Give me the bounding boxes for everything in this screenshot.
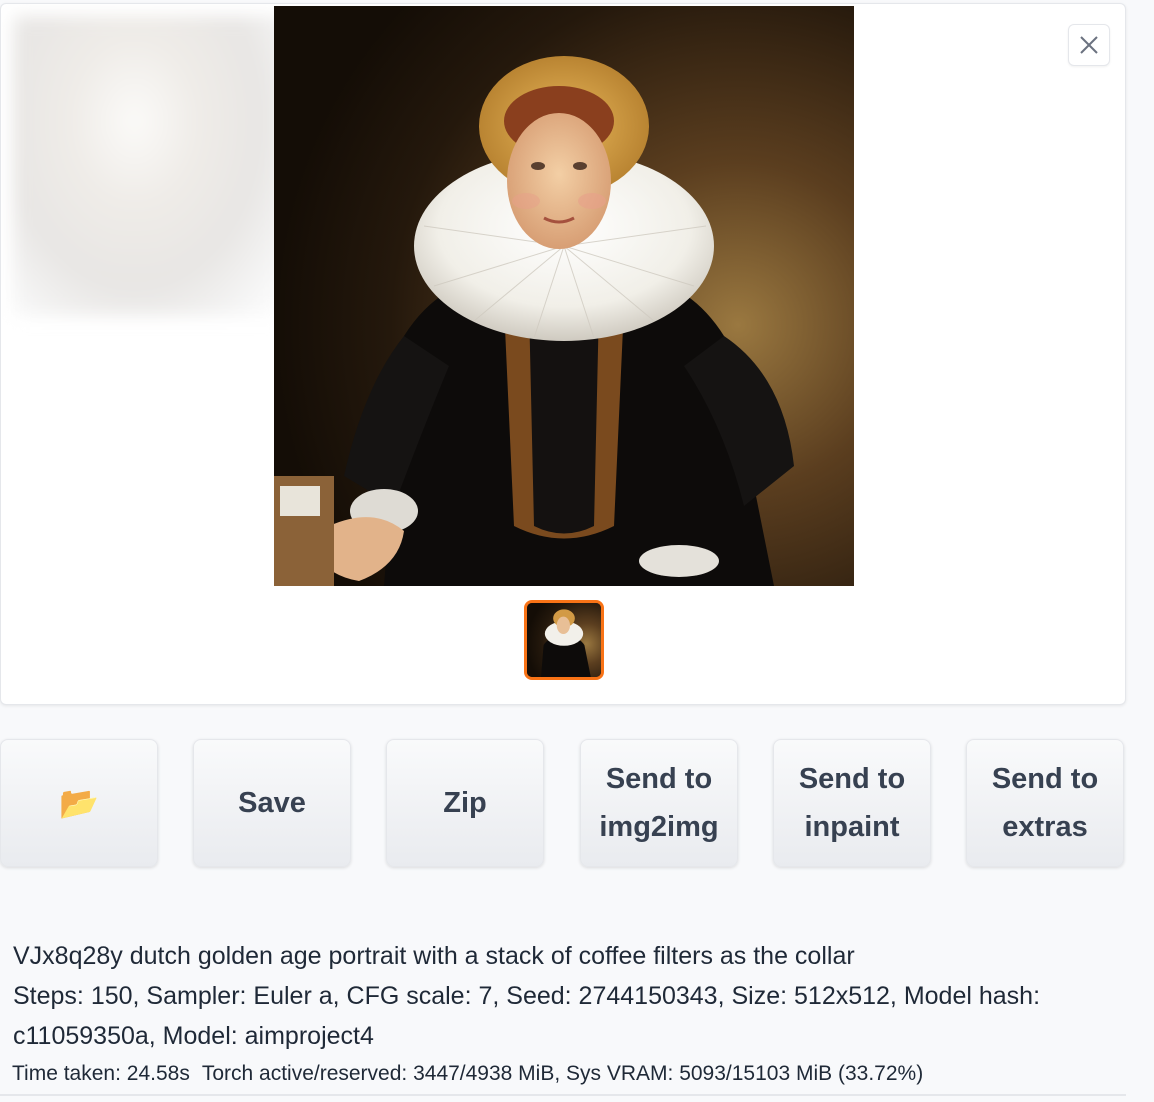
time-taken-text: Time taken: 24.58s bbox=[12, 1062, 190, 1085]
timing-info: Time taken: 24.58s Torch active/reserved:… bbox=[12, 1060, 935, 1088]
close-icon bbox=[1080, 36, 1098, 54]
folder-icon: 📂 bbox=[59, 785, 99, 821]
open-folder-button[interactable]: 📂 bbox=[0, 739, 158, 867]
divider bbox=[0, 1094, 1126, 1096]
memory-usage-text: Torch active/reserved: 3447/4938 MiB, Sy… bbox=[201, 1062, 924, 1085]
parameters-text: Steps: 150, Sampler: Euler a, CFG scale:… bbox=[13, 982, 1041, 1050]
gallery-panel bbox=[0, 3, 1126, 705]
action-button-row: 📂 Save Zip Send to img2img Send to inpai… bbox=[0, 739, 1126, 869]
send-to-img2img-button[interactable]: Send to img2img bbox=[580, 739, 738, 867]
generation-info: VJx8q28y dutch golden age portrait with … bbox=[13, 936, 1113, 1056]
close-button[interactable] bbox=[1068, 24, 1110, 66]
send-to-extras-button[interactable]: Send to extras bbox=[966, 739, 1124, 867]
prompt-text: VJx8q28y dutch golden age portrait with … bbox=[13, 942, 855, 970]
send-to-inpaint-button[interactable]: Send to inpaint bbox=[773, 739, 931, 867]
zip-button[interactable]: Zip bbox=[386, 739, 544, 867]
blurred-preview-image bbox=[13, 16, 283, 316]
save-button[interactable]: Save bbox=[193, 739, 351, 867]
gallery-thumbnail[interactable] bbox=[524, 600, 604, 680]
generated-image[interactable] bbox=[274, 6, 854, 586]
